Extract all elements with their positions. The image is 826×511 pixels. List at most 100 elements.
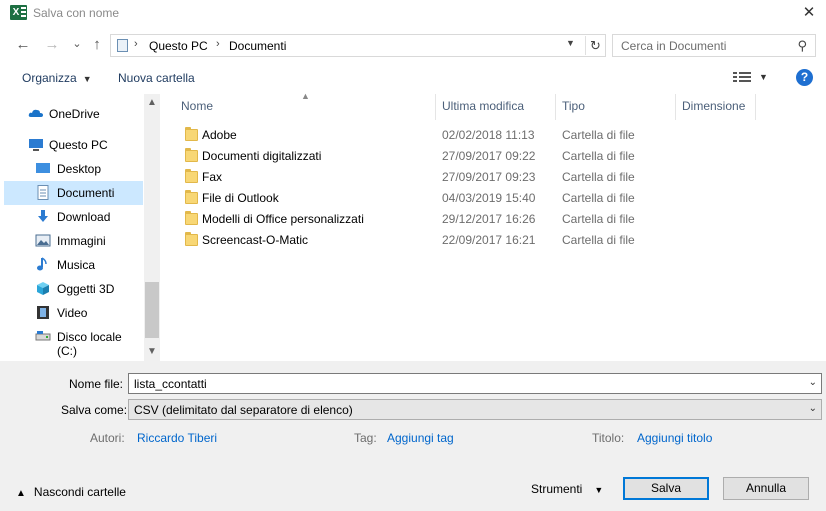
- search-icon[interactable]: ⚲: [797, 38, 807, 54]
- breadcrumb-questo-pc[interactable]: Questo PC: [149, 39, 208, 53]
- sidebar-item-oggetti-3d[interactable]: Oggetti 3D: [4, 277, 143, 301]
- sidebar-item-label: Questo PC: [49, 138, 108, 152]
- chevron-down-icon: ▼: [594, 485, 604, 495]
- folder-icon: [185, 190, 198, 204]
- document-icon: [37, 185, 49, 200]
- address-dropdown-icon[interactable]: ▼: [566, 38, 575, 48]
- column-divider[interactable]: [675, 94, 676, 120]
- authors-link[interactable]: Riccardo Tiberi: [137, 431, 217, 445]
- view-options-icon[interactable]: [733, 70, 751, 84]
- filename-label: Nome file:: [69, 377, 124, 391]
- folder-icon: [185, 127, 198, 141]
- refresh-icon[interactable]: ↻: [585, 36, 605, 55]
- file-name: Modelli di Office personalizzati: [202, 212, 364, 226]
- file-modified: 27/09/2017 09:23: [442, 170, 536, 184]
- hide-folders-button[interactable]: ▲ Nascondi cartelle: [16, 485, 126, 499]
- savetype-select[interactable]: CSV (delimitato dal separatore di elenco…: [128, 399, 822, 420]
- chevron-down-icon: ▼: [82, 74, 92, 84]
- column-header-modified[interactable]: Ultima modifica: [442, 99, 524, 113]
- sidebar-item-video[interactable]: Video: [4, 301, 143, 325]
- table-row[interactable]: Fax 27/09/2017 09:23 Cartella di file: [175, 167, 675, 188]
- authors-label: Autori:: [90, 431, 125, 445]
- pictures-icon: [35, 234, 51, 247]
- sidebar-item-desktop[interactable]: Desktop: [4, 157, 143, 181]
- breadcrumb-separator: ›: [134, 38, 138, 50]
- filename-field[interactable]: lista_ccontatti ⌄: [128, 373, 822, 394]
- tools-button[interactable]: Strumenti ▼: [531, 482, 603, 496]
- column-header-size[interactable]: Dimensione: [682, 99, 745, 113]
- sidebar-item-download[interactable]: Download: [4, 205, 143, 229]
- search-box[interactable]: ⚲: [612, 34, 816, 57]
- recent-locations-chevron-icon[interactable]: ⌄: [68, 35, 86, 53]
- file-modified: 04/03/2019 15:40: [442, 191, 536, 205]
- close-icon[interactable]: ✕: [798, 2, 820, 24]
- table-row[interactable]: Screencast-O-Matic 22/09/2017 16:21 Cart…: [175, 230, 675, 251]
- file-list: ▲ Nome Ultima modifica Tipo Dimensione A…: [161, 91, 826, 361]
- navigation-scrollbar[interactable]: ▲ ▼: [144, 94, 160, 361]
- file-name: File di Outlook: [202, 191, 279, 205]
- table-row[interactable]: File di Outlook 04/03/2019 15:40 Cartell…: [175, 188, 675, 209]
- scroll-up-icon[interactable]: ▲: [144, 97, 160, 108]
- view-dropdown-icon[interactable]: ▼: [759, 72, 768, 82]
- sidebar-item-label: Documenti: [57, 186, 115, 200]
- file-name: Adobe: [202, 128, 237, 142]
- forward-arrow-icon[interactable]: →: [43, 36, 61, 54]
- tags-label: Tag:: [354, 431, 377, 445]
- help-icon[interactable]: ?: [796, 69, 813, 86]
- column-divider[interactable]: [435, 94, 436, 120]
- save-options-panel: Nome file: lista_ccontatti ⌄ Salva come:…: [0, 361, 826, 511]
- address-bar[interactable]: › Questo PC › Documenti ▼ ↻: [110, 34, 606, 57]
- chevron-up-icon: ▲: [16, 488, 26, 499]
- navigation-pane: OneDrive Questo PC Desktop Documenti Dow…: [0, 94, 160, 361]
- tools-label: Strumenti: [531, 482, 583, 496]
- scrollbar-thumb[interactable]: [145, 282, 159, 338]
- organize-button[interactable]: Organizza ▼: [22, 71, 92, 85]
- new-folder-button[interactable]: Nuova cartella: [118, 71, 195, 85]
- save-button[interactable]: Salva: [623, 477, 709, 500]
- table-row[interactable]: Documenti digitalizzati 27/09/2017 09:22…: [175, 146, 675, 167]
- file-name: Screencast-O-Matic: [202, 233, 309, 247]
- column-header-name[interactable]: Nome: [181, 99, 213, 113]
- drive-icon: [35, 331, 51, 341]
- sidebar-item-immagini[interactable]: Immagini: [4, 229, 143, 253]
- add-tag-link[interactable]: Aggiungi tag: [387, 431, 454, 445]
- sidebar-item-questo-pc[interactable]: Questo PC: [4, 133, 143, 157]
- add-title-link[interactable]: Aggiungi titolo: [637, 431, 712, 445]
- file-type: Cartella di file: [562, 170, 635, 184]
- excel-app-icon: [10, 5, 27, 20]
- title-label: Titolo:: [592, 431, 625, 445]
- sidebar-item-musica[interactable]: Musica: [4, 253, 143, 277]
- cloud-icon: [28, 109, 43, 117]
- file-type: Cartella di file: [562, 191, 635, 205]
- sidebar-item-label: Video: [57, 306, 88, 320]
- filename-value: lista_ccontatti: [134, 377, 207, 391]
- search-input[interactable]: [621, 38, 791, 53]
- up-arrow-icon[interactable]: ↑: [88, 36, 106, 54]
- sidebar-item-label: Download: [57, 210, 111, 224]
- hide-folders-label: Nascondi cartelle: [33, 485, 126, 499]
- sidebar-item-label: Immagini: [57, 234, 106, 248]
- scroll-down-icon[interactable]: ▼: [144, 346, 160, 357]
- chevron-down-icon[interactable]: ⌄: [809, 377, 817, 388]
- column-divider[interactable]: [555, 94, 556, 120]
- sidebar-item-onedrive[interactable]: OneDrive: [4, 102, 143, 126]
- cancel-button[interactable]: Annulla: [723, 477, 809, 500]
- breadcrumb-documenti[interactable]: Documenti: [229, 39, 286, 53]
- sidebar-item-documenti[interactable]: Documenti: [4, 181, 143, 205]
- sidebar-item-label: Musica: [57, 258, 96, 272]
- file-type: Cartella di file: [562, 212, 635, 226]
- chevron-down-icon[interactable]: ⌄: [809, 403, 817, 414]
- table-row[interactable]: Modelli di Office personalizzati 29/12/2…: [175, 209, 675, 230]
- table-row[interactable]: Adobe 02/02/2018 11:13 Cartella di file: [175, 125, 675, 146]
- video-icon: [37, 306, 49, 319]
- file-modified: 27/09/2017 09:22: [442, 149, 536, 163]
- file-type: Cartella di file: [562, 149, 635, 163]
- column-header-type[interactable]: Tipo: [562, 99, 585, 113]
- file-modified: 02/02/2018 11:13: [442, 128, 535, 142]
- column-divider[interactable]: [755, 94, 756, 120]
- file-modified: 29/12/2017 16:26: [442, 212, 536, 226]
- back-arrow-icon[interactable]: ←: [14, 36, 32, 54]
- sidebar-item-disco-locale[interactable]: Disco locale (C:): [4, 325, 143, 358]
- title-bar: Salva con nome ✕: [0, 0, 826, 26]
- music-icon: [37, 257, 47, 271]
